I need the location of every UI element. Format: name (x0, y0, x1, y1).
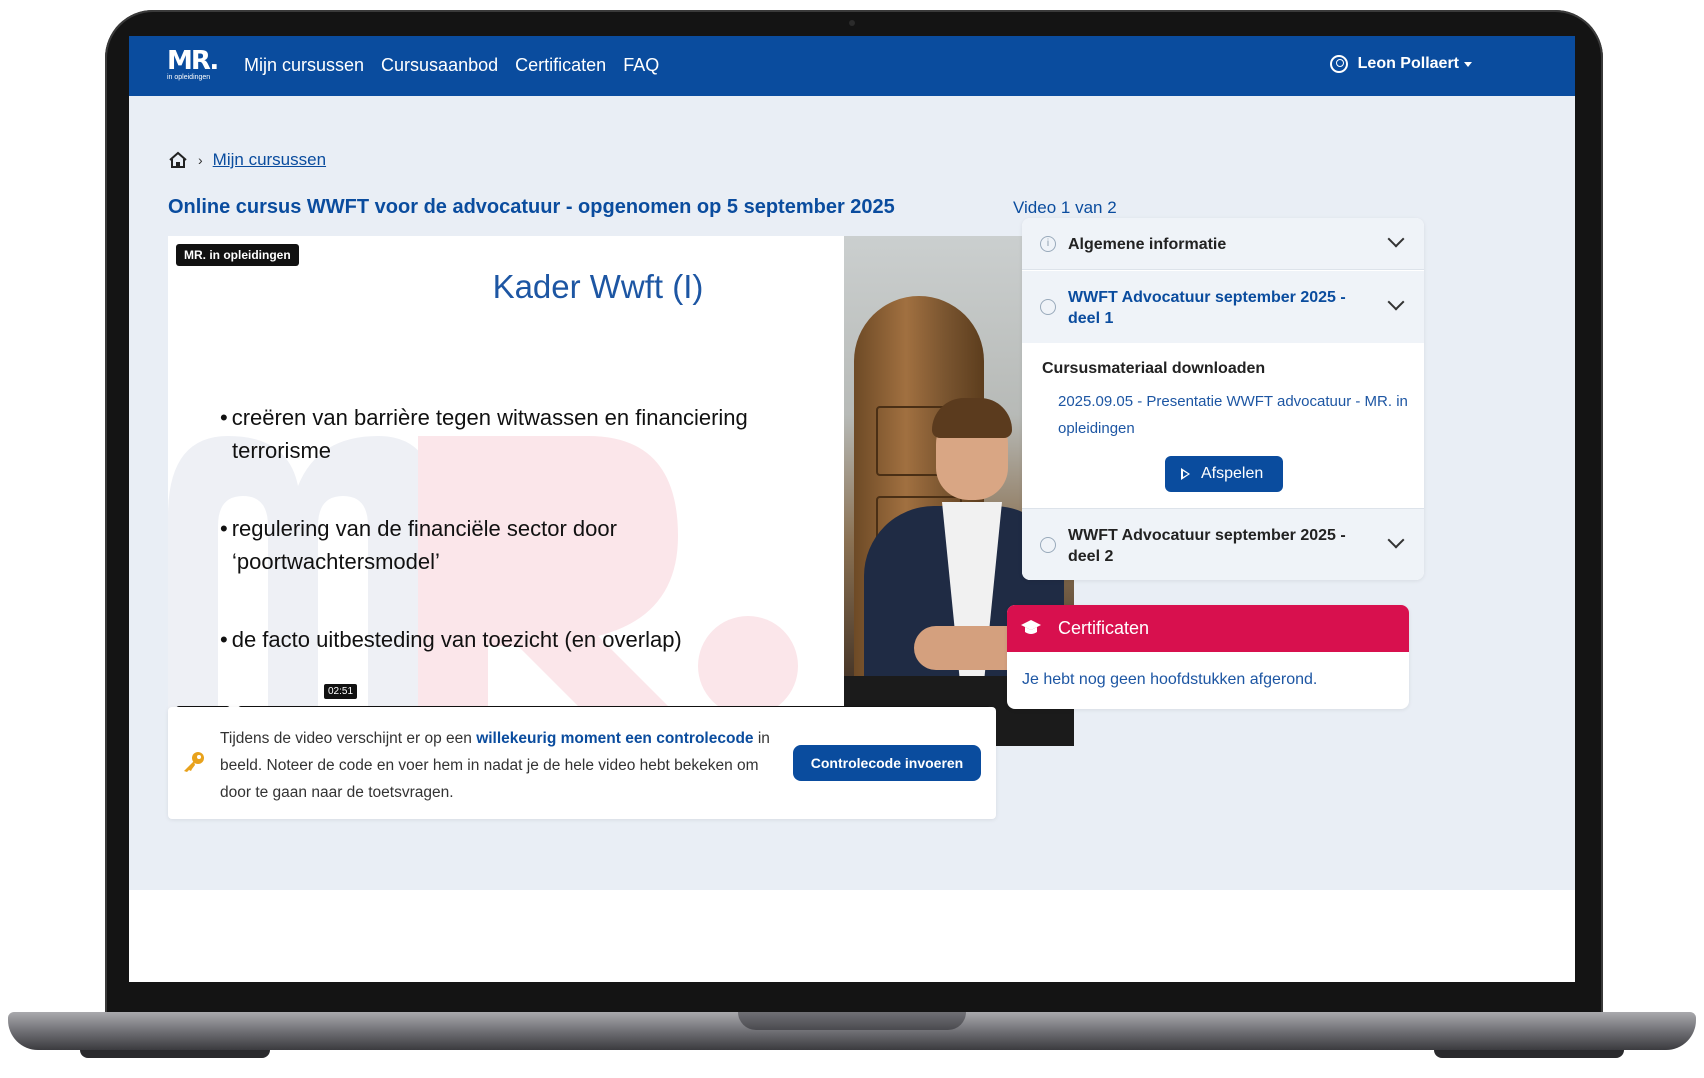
accordion-item-algemene-informatie[interactable]: i Algemene informatie (1022, 218, 1424, 270)
nav-link-certificaten[interactable]: Certificaten (515, 55, 606, 76)
page-title: Online cursus WWFT voor de advocatuur - … (168, 196, 895, 218)
notice-text-part: Tijdens de video verschijnt er op een (220, 730, 477, 747)
video-badge: MR. in opleidingen (176, 244, 299, 266)
user-name: Leon Pollaert (1357, 55, 1459, 72)
material-download-link[interactable]: 2025.09.05 - Presentatie WWFT advocatuur… (1058, 388, 1408, 442)
certificates-card: Certificaten Je hebt nog geen hoofdstukk… (1007, 605, 1409, 709)
nav-link-cursusaanbod[interactable]: Cursusaanbod (381, 55, 498, 76)
accordion-item-deel-1[interactable]: WWFT Advocatuur september 2025 - deel 1 (1022, 271, 1424, 343)
screen: MR. in opleidingen Mijn cursussen Cursus… (129, 36, 1575, 982)
nav-link-faq[interactable]: FAQ (623, 55, 659, 76)
video-counter: Video 1 van 2 (1013, 198, 1117, 217)
video-player[interactable]: MR. in opleidingen Kader Wwft (I) creëre… (168, 236, 1074, 746)
accordion-title: WWFT Advocatuur september 2025 - deel 1 (1068, 289, 1346, 327)
laptop-notch (738, 1012, 966, 1030)
breadcrumb: › Mijn cursussen (168, 150, 326, 170)
laptop-foot-left (80, 1050, 270, 1058)
slide-title: Kader Wwft (I) (492, 268, 704, 305)
laptop-camera (849, 20, 855, 26)
course-chapters-accordion: i Algemene informatie WWFT Advocatuur se… (1022, 218, 1424, 580)
afspelen-label: Afspelen (1201, 465, 1264, 482)
notice-text-emphasis: willekeurig moment een controlecode (476, 730, 754, 747)
nav-link-mijn-cursussen[interactable]: Mijn cursussen (244, 55, 364, 76)
chevron-down-icon (1387, 293, 1405, 311)
material-heading: Cursusmateriaal downloaden (1042, 360, 1266, 377)
speaker-hair (932, 398, 1012, 438)
accordion-title: Algemene informatie (1068, 236, 1227, 253)
chevron-down-icon (1387, 531, 1405, 549)
accordion-title: WWFT Advocatuur september 2025 - deel 2 (1068, 527, 1346, 565)
chapter-status-circle (1040, 299, 1056, 315)
breadcrumb-link-mijn-cursussen[interactable]: Mijn cursussen (213, 150, 326, 170)
certificates-title: Certificaten (1058, 618, 1150, 638)
enter-control-code-button[interactable]: Controlecode invoeren (793, 745, 981, 781)
logo[interactable]: MR. in opleidingen (167, 48, 223, 82)
afspelen-button[interactable]: Afspelen (1165, 456, 1283, 492)
home-icon[interactable] (168, 151, 188, 169)
time-tooltip: 02:51 (324, 684, 358, 699)
caret-down-icon (1464, 61, 1472, 67)
slide-bullet: creëren van barrière tegen witwassen en … (220, 401, 780, 467)
slide-bullet: de facto uitbesteding van toezicht (en o… (220, 623, 780, 656)
graduation-cap-icon (1021, 620, 1041, 634)
slide-bullets: creëren van barrière tegen witwassen en … (220, 401, 780, 701)
certificates-empty-text: Je hebt nog geen hoofdstukken afgerond. (1022, 671, 1318, 688)
user-menu[interactable]: Leon Pollaert (1329, 55, 1472, 73)
notice-text: Tijdens de video verschijnt er op een wi… (220, 725, 780, 806)
nav-links: Mijn cursussen Cursusaanbod Certificaten… (244, 55, 659, 76)
info-icon: i (1040, 236, 1056, 252)
control-code-notice: Tijdens de video verschijnt er op een wi… (168, 707, 996, 819)
laptop-foot-right (1434, 1050, 1624, 1058)
chapter-status-circle (1040, 537, 1056, 553)
chevron-down-icon (1387, 230, 1405, 248)
footer (129, 890, 1575, 982)
logo-text: MR. (167, 46, 219, 76)
key-icon (184, 752, 204, 772)
user-circle-icon (1329, 55, 1348, 73)
slide-bullet: regulering van de financiële sector door… (220, 512, 780, 578)
breadcrumb-separator: › (198, 152, 203, 168)
top-navbar: MR. in opleidingen Mijn cursussen Cursus… (129, 36, 1575, 96)
play-icon (1181, 468, 1190, 480)
accordion-item-deel-2[interactable]: WWFT Advocatuur september 2025 - deel 2 (1022, 508, 1424, 580)
certificates-header: Certificaten (1007, 605, 1409, 652)
